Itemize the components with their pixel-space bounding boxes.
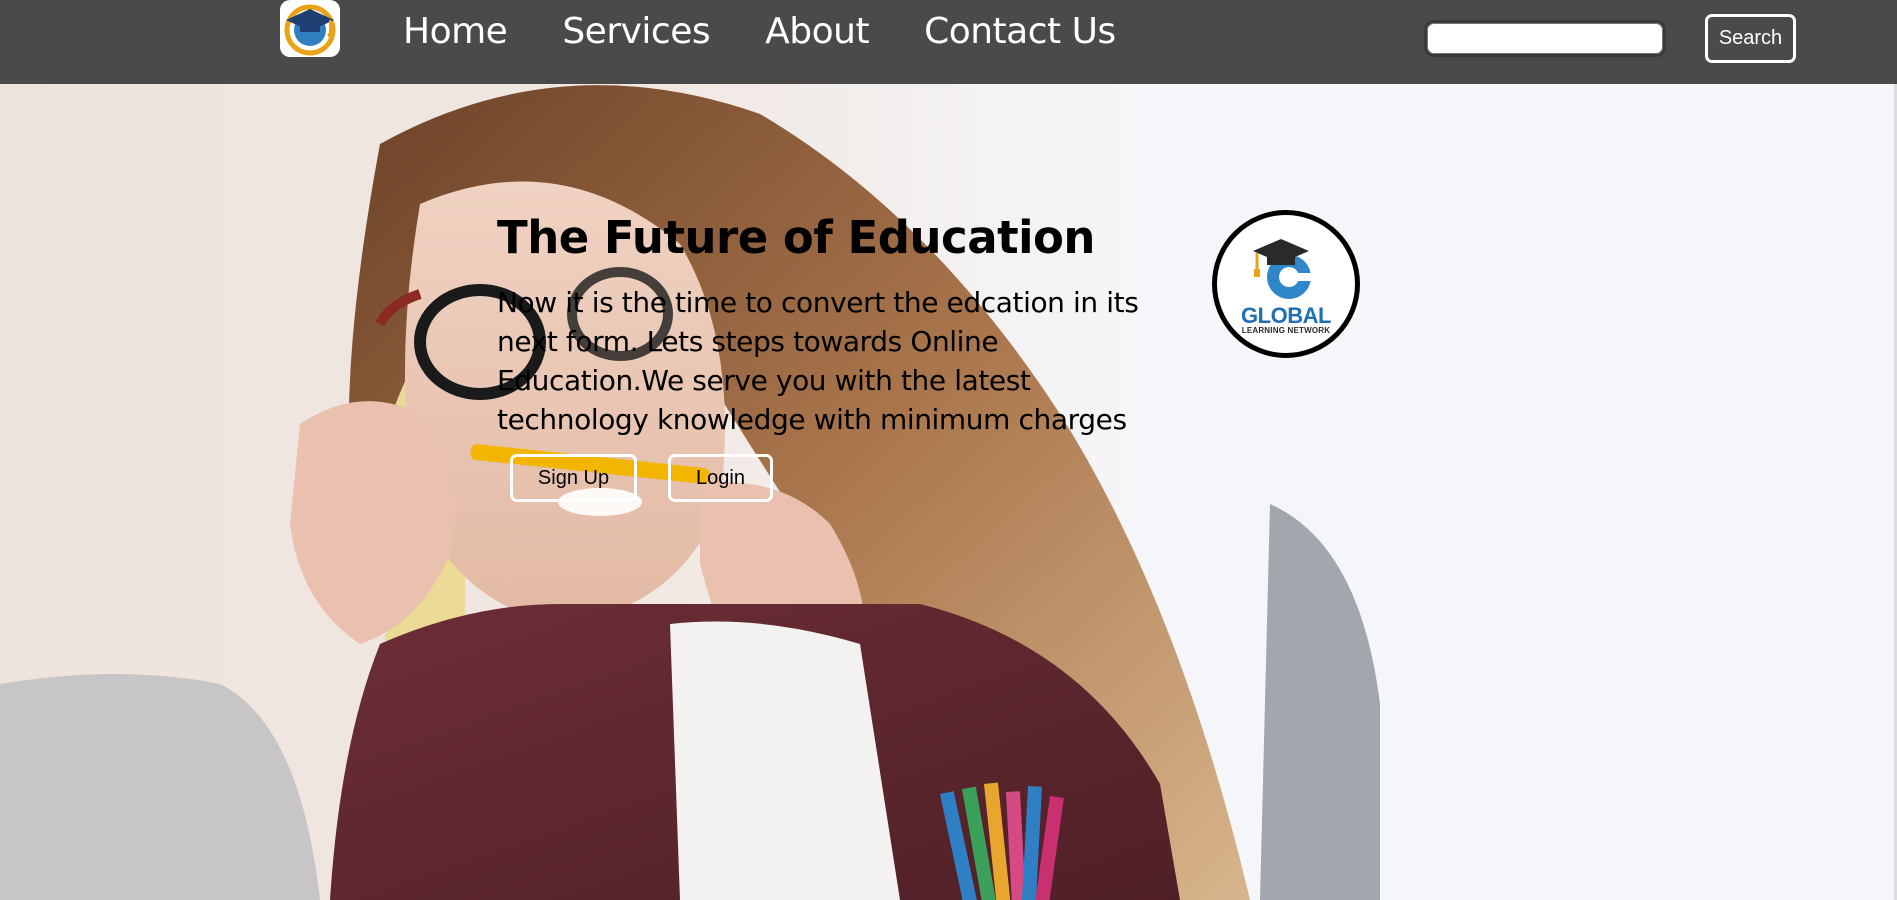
hero-background-photo [0,84,1897,900]
main-nav: Home Services About Contact Us [403,10,1116,54]
hero-section [0,84,1897,900]
site-logo[interactable] [280,0,340,57]
nav-about-link[interactable]: About [765,10,869,54]
hero-description: Now it is the time to convert the edcati… [497,286,1139,436]
hero-title: The Future of Education [497,211,1095,264]
nav-home-link[interactable]: Home [403,10,508,54]
graduation-cap-icon [284,4,336,56]
global-learning-network-logo: GLOBAL LEARNING NETWORK [1212,210,1360,358]
sign-up-button[interactable]: Sign Up [510,454,637,502]
brand-subtitle: LEARNING NETWORK [1241,326,1331,335]
top-navbar: Home Services About Contact Us Search [0,0,1897,84]
search-button[interactable]: Search [1705,14,1796,63]
nav-contact-link[interactable]: Contact Us [924,10,1116,54]
search-input[interactable] [1424,20,1666,57]
nav-services-link[interactable]: Services [562,10,710,54]
login-button[interactable]: Login [668,454,773,502]
